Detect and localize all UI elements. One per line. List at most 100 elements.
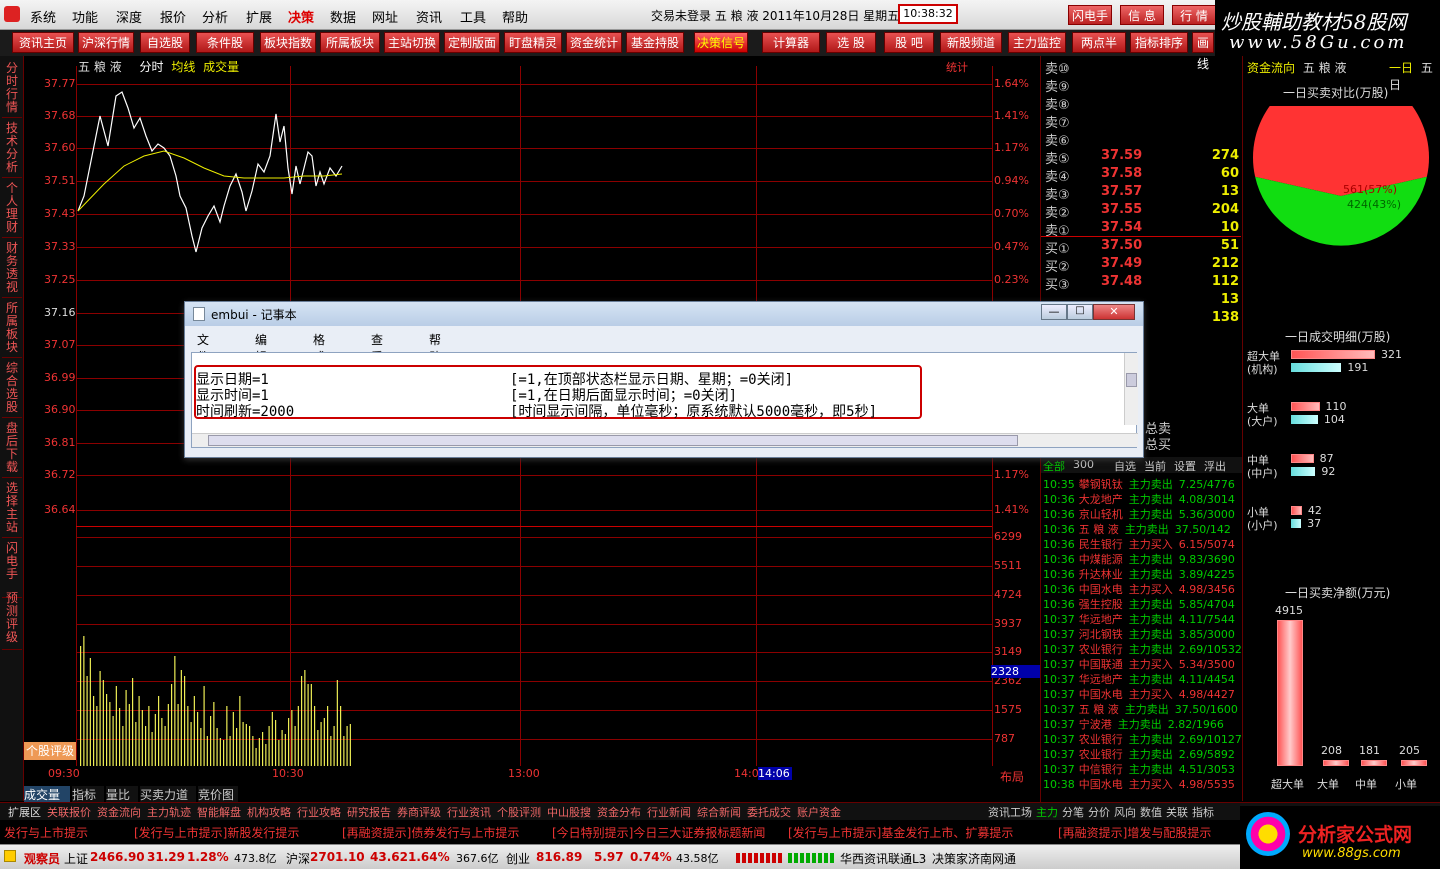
bottom-tab-right[interactable]: 分价 (1088, 804, 1110, 820)
tick-tab[interactable]: 300 (1073, 458, 1094, 471)
bottom-tab[interactable]: 智能解盘 (197, 804, 241, 820)
menu-item[interactable]: 工具 (460, 7, 486, 26)
ticker-item[interactable]: [发行与上市提示]新股发行提示 (134, 824, 299, 841)
menu-item[interactable]: 功能 (72, 7, 98, 26)
notepad-text-area[interactable]: 显示日期=1 [=1,在顶部状态栏显示日期、星期；=0关闭] 显示时间=1 [=1,在… (191, 352, 1138, 448)
left-tab[interactable]: 选择主站 (2, 480, 22, 538)
toolbar-button[interactable]: 画线 (1192, 32, 1214, 71)
toolbar-button[interactable]: 资金统计 (566, 32, 622, 53)
ticker-item[interactable]: [再融资提示]增发与配股提示 (1058, 824, 1211, 841)
chart-bottom-tab[interactable]: 量比 (106, 786, 138, 802)
bottom-tab[interactable]: 研究报告 (347, 804, 391, 820)
bottom-tab[interactable]: 中山股搜 (547, 804, 591, 820)
notepad-titlebar[interactable]: embui - 记事本 — □ ✕ (185, 302, 1143, 326)
toolbar-button[interactable]: 股 吧 (884, 32, 934, 53)
toolbar-button[interactable]: 指标排序 (1130, 32, 1188, 53)
chart-bottom-tab[interactable]: 成交量 (24, 786, 70, 802)
bottom-tab[interactable]: 扩展区 (8, 804, 41, 820)
menu-item[interactable]: 网址 (372, 7, 398, 26)
toolbar-button[interactable]: 定制版面 (444, 32, 500, 53)
toolbar-button[interactable]: 选 股 (826, 32, 876, 53)
menu-item[interactable]: 分析 (202, 7, 228, 26)
bottom-tab[interactable]: 行业新闻 (647, 804, 691, 820)
left-tab[interactable]: 盘后下载 (2, 420, 22, 478)
toolbar-button[interactable]: 决策信号 (694, 32, 748, 53)
ticker-item[interactable]: 发行与上市提示 (4, 824, 88, 841)
menu-item[interactable]: 资讯 (416, 7, 442, 26)
day1-tab[interactable]: 一日 (1389, 61, 1413, 75)
left-tab[interactable]: 综合选股 (2, 360, 22, 418)
menu-right-button[interactable]: 信 息 (1120, 5, 1164, 25)
toolbar-button[interactable]: 自选股 (140, 32, 190, 53)
bottom-tab[interactable]: 行业资讯 (447, 804, 491, 820)
bottom-tab-right[interactable]: 数值 (1140, 804, 1162, 820)
bottom-tab[interactable]: 综合新闻 (697, 804, 741, 820)
bottom-tab[interactable]: 机构攻略 (247, 804, 291, 820)
menu-right-button[interactable]: 闪电手 (1068, 5, 1112, 25)
vertical-scrollbar[interactable] (1124, 353, 1138, 425)
toolbar-button[interactable]: 盯盘精灵 (504, 32, 562, 53)
bottom-tab-right[interactable]: 资讯工场 (988, 804, 1032, 820)
toolbar-button[interactable]: 沪深行情 (78, 32, 134, 53)
toolbar-button[interactable]: 两点半 (1072, 32, 1126, 53)
left-tab[interactable]: 分时行情 (2, 60, 22, 118)
bottom-tab[interactable]: 行业攻略 (297, 804, 341, 820)
bottom-tab[interactable]: 关联报价 (47, 804, 91, 820)
ticker-item[interactable]: [发行与上市提示]基金发行上市、扩募提示 (788, 824, 1013, 841)
menu-item[interactable]: 帮助 (502, 7, 528, 26)
horizontal-scrollbar[interactable] (192, 433, 1138, 447)
capital-tab[interactable]: 资金流向 (1247, 61, 1295, 75)
menu-right-button[interactable]: 行 情 (1172, 5, 1216, 25)
tick-tab[interactable]: 自选 (1114, 458, 1136, 474)
bottom-tab[interactable]: 个股评测 (497, 804, 541, 820)
tick-tab[interactable]: 全部 (1043, 458, 1065, 474)
toolbar-button[interactable]: 条件股 (196, 32, 254, 53)
bottom-tab[interactable]: 主力轨迹 (147, 804, 191, 820)
maximize-button[interactable]: □ (1067, 304, 1093, 320)
volume-bar (239, 696, 241, 766)
bottom-tab-right[interactable]: 关联 (1166, 804, 1188, 820)
notepad-window[interactable]: embui - 记事本 — □ ✕ 文件(F)编辑(E)格式(O)查看(V)帮助… (184, 301, 1144, 458)
bottom-tab[interactable]: 委托成交 (747, 804, 791, 820)
menu-item[interactable]: 扩展 (246, 7, 272, 26)
left-tab[interactable]: 财务透视 (2, 240, 22, 298)
close-button[interactable]: ✕ (1093, 304, 1135, 320)
tick-tab[interactable]: 当前 (1144, 458, 1166, 474)
ticker-item[interactable]: [今日特别提示]今日三大证券报标题新闻 (552, 824, 765, 841)
bottom-tab-right[interactable]: 风向 (1114, 804, 1136, 820)
bottom-tab-right[interactable]: 主力 (1036, 804, 1058, 820)
ticker-item[interactable]: [再融资提示]债券发行与上市提示 (342, 824, 519, 841)
bottom-tab[interactable]: 账户资金 (797, 804, 841, 820)
bottom-tab[interactable]: 资金流向 (97, 804, 141, 820)
left-tab[interactable]: 所属板块 (2, 300, 22, 358)
bottom-tab-right[interactable]: 分笔 (1062, 804, 1084, 820)
menu-item[interactable]: 决策 (288, 7, 314, 26)
bottom-tab[interactable]: 资金分布 (597, 804, 641, 820)
menu-item[interactable]: 报价 (160, 7, 186, 26)
layout-label[interactable]: 布局 (1000, 768, 1024, 785)
left-tab[interactable]: 技术分析 (2, 120, 22, 178)
toolbar-button[interactable]: 板块指数 (260, 32, 316, 53)
chart-bottom-tab[interactable]: 买卖力道 (140, 786, 196, 802)
toolbar-button[interactable]: 计算器 (762, 32, 820, 53)
left-tab[interactable]: 预测评级 (2, 590, 22, 650)
toolbar-button[interactable]: 主站切换 (384, 32, 440, 53)
tick-tab[interactable]: 设置 (1174, 458, 1196, 474)
chart-bottom-tab[interactable]: 竞价图 (198, 786, 238, 802)
menu-item[interactable]: 数据 (330, 7, 356, 26)
chart-bottom-tab[interactable]: 指标 (72, 786, 104, 802)
bottom-tab[interactable]: 券商评级 (397, 804, 441, 820)
tick-tab[interactable]: 浮出 (1204, 458, 1226, 474)
menu-item[interactable]: 深度 (116, 7, 142, 26)
toolbar-button[interactable]: 资讯主页 (12, 32, 74, 53)
bottom-tab-right[interactable]: 指标 (1192, 804, 1214, 820)
toolbar-button[interactable]: 主力监控 (1008, 32, 1066, 53)
stock-rating-button[interactable]: 个股评级 (24, 742, 76, 760)
toolbar-button[interactable]: 所属板块 (320, 32, 380, 53)
tick-name: 升达林业 (1078, 568, 1123, 581)
toolbar-button[interactable]: 基金持股 (626, 32, 684, 53)
left-tab[interactable]: 个人理财 (2, 180, 22, 238)
minimize-button[interactable]: — (1041, 304, 1067, 320)
toolbar-button[interactable]: 新股频道 (940, 32, 1002, 53)
menu-item[interactable]: 系统 (30, 7, 56, 26)
